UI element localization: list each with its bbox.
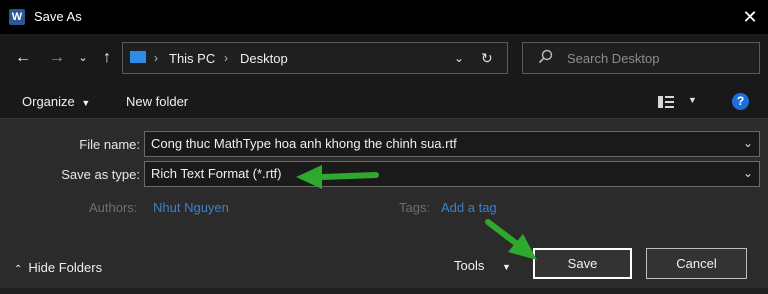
annotation-arrows (296, 165, 537, 260)
annotation-arrow-save-type (296, 165, 379, 189)
annotation-arrow-save-button (485, 219, 537, 260)
